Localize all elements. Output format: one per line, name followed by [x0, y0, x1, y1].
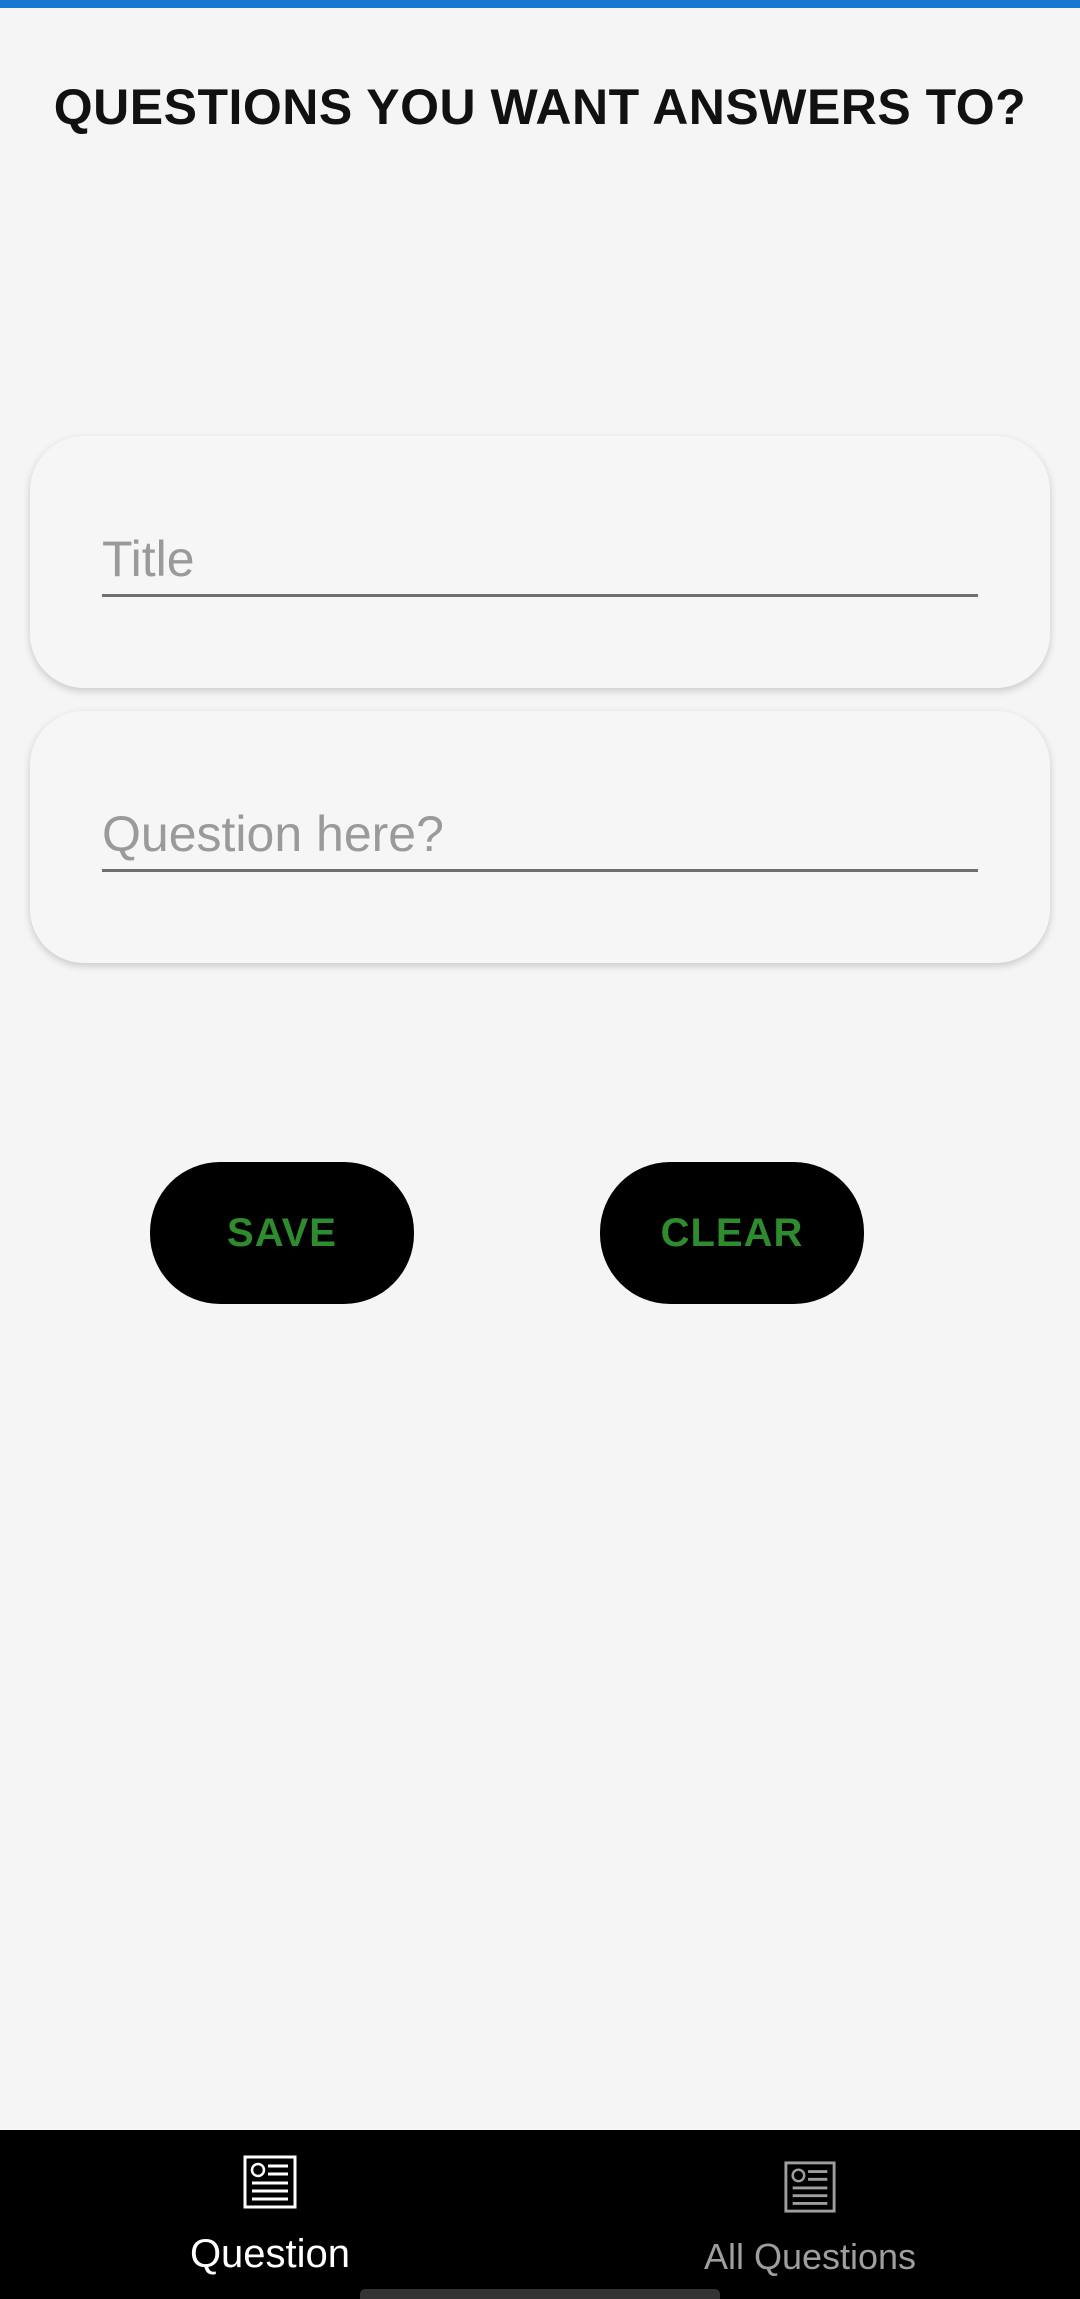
home-indicator[interactable] — [360, 2289, 720, 2299]
save-button[interactable]: SAVE — [150, 1162, 414, 1304]
newspaper-icon — [784, 2161, 836, 2213]
clear-button[interactable]: CLEAR — [600, 1162, 864, 1304]
bottom-navigation: Question All Questions — [0, 2130, 1080, 2299]
newspaper-icon — [243, 2155, 297, 2209]
nav-item-question[interactable]: Question — [0, 2130, 540, 2299]
title-card — [30, 436, 1050, 688]
question-input[interactable] — [102, 799, 978, 872]
question-card — [30, 711, 1050, 963]
page-title: QUESTIONS YOU WANT ANSWERS TO? — [53, 79, 1027, 135]
title-input[interactable] — [102, 524, 978, 597]
nav-label-all-questions: All Questions — [703, 2236, 917, 2277]
nav-label-question: Question — [189, 2232, 351, 2276]
status-accent-bar — [0, 0, 1080, 8]
nav-item-all-questions[interactable]: All Questions — [540, 2130, 1080, 2299]
